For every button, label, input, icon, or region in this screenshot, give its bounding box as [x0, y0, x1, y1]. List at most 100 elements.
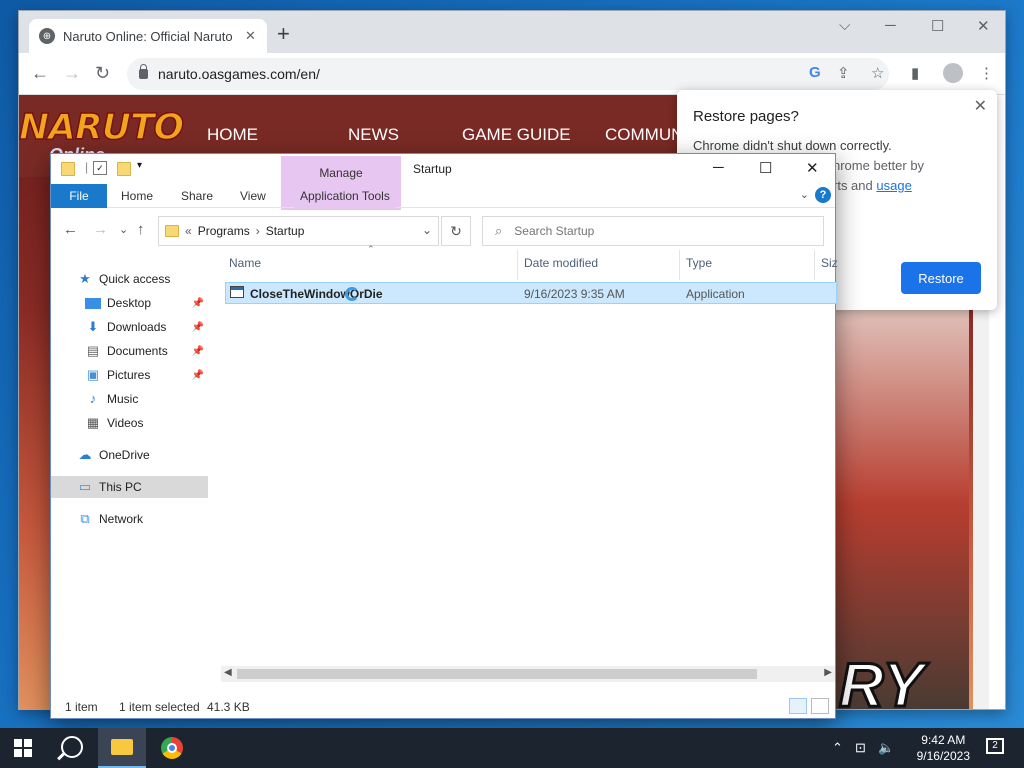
site-nav-home[interactable]: HOME	[207, 125, 258, 145]
nav-label: Pictures	[107, 368, 151, 382]
side-panel-icon[interactable]: ▮	[911, 64, 919, 82]
nav-documents[interactable]: ▤ Documents 📌	[51, 340, 208, 362]
url-text: naruto.oasgames.com/en/	[158, 66, 320, 82]
site-nav-news[interactable]: NEWS	[348, 125, 399, 145]
scrollbar-thumb[interactable]	[237, 669, 757, 679]
navigation-pane: ★ Quick access Desktop 📌 ⬇ Downloads 📌 ▤…	[51, 250, 208, 682]
column-divider[interactable]	[517, 250, 518, 280]
scroll-left-icon[interactable]: ◀	[224, 667, 232, 678]
tab-title: Naruto Online: Official Naruto	[63, 28, 233, 44]
forward-icon[interactable]: →	[93, 221, 108, 238]
video-icon: ▦	[86, 415, 100, 430]
new-folder-icon[interactable]	[117, 162, 131, 176]
ribbon-tab-home[interactable]: Home	[121, 189, 153, 203]
windows-logo-pane	[14, 749, 22, 757]
properties-icon[interactable]: ✓	[93, 161, 107, 175]
window-title: Startup	[413, 162, 452, 176]
maximize-button[interactable]: ☐	[759, 159, 772, 177]
ribbon-tab-application-tools[interactable]: Application Tools	[294, 184, 396, 208]
details-view-icon[interactable]	[789, 698, 807, 714]
customize-qa-icon[interactable]: ▾	[137, 160, 151, 174]
usage-link[interactable]: usage	[876, 178, 911, 193]
ribbon-tab-share[interactable]: Share	[181, 189, 213, 203]
column-divider[interactable]	[814, 250, 815, 280]
breadcrumb-overflow[interactable]: «	[185, 224, 192, 238]
bookmark-star-icon[interactable]: ☆	[871, 64, 884, 82]
ribbon-tab-view[interactable]: View	[240, 189, 266, 203]
up-icon[interactable]: ↑	[137, 221, 145, 238]
column-header-size[interactable]: Siz	[821, 256, 838, 270]
help-icon[interactable]: ?	[815, 187, 831, 203]
scroll-right-icon[interactable]: ▶	[824, 667, 832, 678]
large-icons-view-icon[interactable]	[811, 698, 829, 714]
site-nav-game-guide[interactable]: GAME GUIDE	[462, 125, 571, 145]
taskbar-chrome[interactable]	[148, 728, 196, 768]
nav-onedrive[interactable]: ☁ OneDrive	[51, 444, 208, 466]
nav-videos[interactable]: ▦ Videos	[51, 412, 208, 434]
close-button[interactable]: ✕	[977, 17, 990, 35]
nav-downloads[interactable]: ⬇ Downloads 📌	[51, 316, 208, 338]
network-icon: ⧉	[80, 511, 90, 526]
breadcrumb-programs[interactable]: Programs	[198, 224, 250, 238]
chevron-right-icon: ›	[255, 224, 260, 238]
tab-close-icon[interactable]: ✕	[245, 28, 256, 44]
start-button[interactable]	[14, 739, 32, 757]
new-tab-button[interactable]: +	[277, 23, 290, 45]
recent-locations-icon[interactable]: ⌄	[119, 223, 128, 236]
back-icon[interactable]: ←	[63, 221, 78, 238]
share-icon[interactable]: ⇪	[837, 64, 850, 82]
file-date: 9/16/2023 9:35 AM	[524, 287, 625, 301]
reload-icon[interactable]: ↻	[95, 63, 110, 84]
refresh-button[interactable]: ↻	[441, 216, 471, 246]
column-header-type[interactable]: Type	[686, 256, 712, 270]
column-header-date[interactable]: Date modified	[524, 256, 598, 270]
document-icon: ▤	[86, 343, 100, 358]
music-icon: ♪	[89, 391, 97, 406]
site-nav-community[interactable]: COMMUN	[605, 125, 683, 145]
forward-icon[interactable]: →	[63, 63, 81, 84]
search-input[interactable]	[514, 224, 805, 238]
column-divider[interactable]	[679, 250, 680, 280]
nav-label: OneDrive	[99, 448, 150, 462]
restore-button[interactable]: Restore	[901, 262, 981, 294]
pin-icon: 📌	[191, 297, 204, 309]
file-row[interactable]: CloseTheWindowOrDie 9/16/2023 9:35 AM Ap…	[225, 282, 837, 304]
taskbar-file-explorer[interactable]	[98, 728, 146, 768]
volume-muted-icon[interactable]: 🔈	[878, 740, 894, 756]
minimize-button[interactable]: ─	[713, 159, 724, 176]
chrome-tab[interactable]: ⊕ Naruto Online: Official Naruto ✕	[29, 19, 267, 53]
maximize-button[interactable]: ☐	[931, 17, 944, 35]
expand-ribbon-icon[interactable]: ⌄	[800, 188, 809, 201]
nav-desktop[interactable]: Desktop 📌	[51, 292, 208, 314]
nav-network[interactable]: ⧉ Network	[51, 508, 208, 530]
site-logo[interactable]: NARUTO	[19, 106, 185, 149]
system-clock[interactable]: 9:42 AM 9/16/2023	[917, 732, 970, 764]
ribbon-tab-file[interactable]: File	[51, 184, 107, 208]
close-icon[interactable]: ✕	[974, 96, 987, 116]
google-icon[interactable]: G	[809, 64, 821, 81]
address-bar[interactable]: « Programs › Startup ⌄	[158, 216, 439, 246]
nav-music[interactable]: ♪ Music	[51, 388, 208, 410]
menu-kebab-icon[interactable]: ⋮	[979, 64, 994, 82]
breadcrumb-startup[interactable]: Startup	[266, 224, 305, 238]
minimize-button[interactable]: ─	[885, 17, 896, 34]
address-bar[interactable]: naruto.oasgames.com/en/	[127, 58, 889, 90]
nav-label: Downloads	[107, 320, 167, 334]
nav-this-pc[interactable]: ▭ This PC	[51, 476, 208, 498]
show-hidden-icons-icon[interactable]: ⌃	[832, 740, 843, 756]
column-header-name[interactable]: Name	[229, 256, 261, 270]
chevron-down-icon[interactable]: ⌄	[422, 223, 432, 237]
address-row: ← → ⌄ ↑ « Programs › Startup ⌄ ↻ ⌕	[51, 208, 835, 250]
nav-quick-access[interactable]: ★ Quick access	[51, 268, 208, 290]
close-button[interactable]: ✕	[806, 159, 819, 177]
network-status-icon[interactable]: ⊡	[855, 740, 866, 756]
back-icon[interactable]: ←	[31, 63, 49, 84]
search-icon[interactable]	[61, 736, 83, 758]
tab-search-icon[interactable]: ⌵	[839, 17, 850, 34]
search-box[interactable]: ⌕	[482, 216, 824, 246]
windows-logo-pane	[14, 739, 22, 747]
profile-avatar-icon[interactable]	[943, 63, 963, 83]
nav-pictures[interactable]: ▣ Pictures 📌	[51, 364, 208, 386]
notification-center-icon[interactable]: 2	[986, 738, 1004, 754]
horizontal-scrollbar[interactable]: ◀ ▶	[221, 666, 835, 682]
